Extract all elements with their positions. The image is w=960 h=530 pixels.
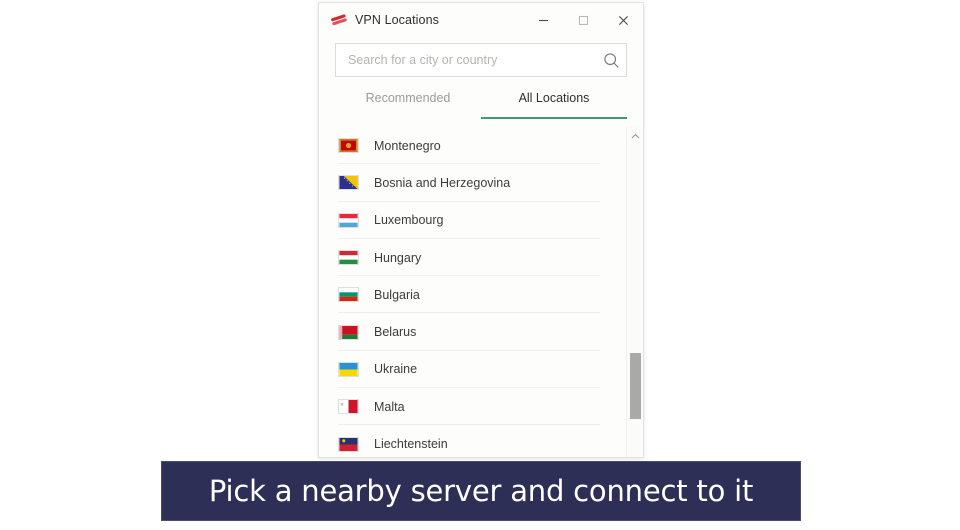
list-item[interactable]: Luxembourg (319, 202, 626, 240)
search-bar[interactable] (335, 43, 627, 77)
flag-bulgaria-icon (338, 287, 359, 303)
list-item[interactable]: Bulgaria (319, 276, 626, 314)
tab-all-locations-label: All Locations (518, 91, 590, 105)
location-name: Bulgaria (374, 287, 420, 302)
window-controls (523, 3, 643, 37)
minimize-icon[interactable] (523, 3, 563, 37)
close-icon[interactable] (603, 3, 643, 37)
list-item[interactable]: Liechtenstein (319, 425, 626, 457)
location-list[interactable]: Montenegro Bosnia and Herzegovina Luxemb… (319, 127, 626, 457)
caption-text: Pick a nearby server and connect to it (208, 474, 754, 508)
location-name: Liechtenstein (374, 437, 448, 452)
list-item[interactable]: Ukraine (319, 351, 626, 389)
expressvpn-logo-icon (331, 14, 347, 26)
window-title: VPN Locations (355, 13, 439, 27)
flag-malta-icon (338, 399, 359, 415)
flag-belarus-icon (338, 324, 359, 340)
list-item[interactable]: Belarus (319, 313, 626, 352)
flag-luxembourg-icon (338, 212, 359, 228)
list-item[interactable]: Montenegro (319, 127, 626, 165)
location-name: Luxembourg (374, 213, 444, 228)
maximize-icon[interactable] (563, 3, 603, 37)
caption-banner: Pick a nearby server and connect to it (161, 461, 801, 521)
tab-recommended-label: Recommended (365, 91, 451, 105)
tab-all-locations[interactable]: All Locations (481, 91, 627, 119)
tab-recommended[interactable]: Recommended (335, 91, 481, 119)
location-name: Belarus (374, 325, 417, 340)
location-name: Ukraine (374, 362, 418, 377)
flag-bosnia-and-herzegovina-icon (338, 175, 359, 191)
flag-liechtenstein-icon (338, 436, 359, 452)
list-item[interactable]: Malta (319, 388, 626, 426)
search-icon[interactable] (596, 52, 626, 69)
locations-panel: Montenegro Bosnia and Herzegovina Luxemb… (319, 127, 643, 457)
search-input[interactable] (336, 44, 596, 76)
location-name: Malta (374, 399, 405, 414)
vpn-locations-window: VPN Locations Search for a city or count… (318, 2, 644, 458)
location-name: Bosnia and Herzegovina (374, 175, 511, 190)
flag-montenegro-icon (338, 138, 359, 154)
title-bar: VPN Locations (319, 3, 643, 37)
flag-ukraine-icon (338, 361, 359, 377)
list-item[interactable]: Hungary (319, 239, 626, 277)
list-scrollbar[interactable] (626, 127, 643, 457)
list-item[interactable]: Bosnia and Herzegovina (319, 164, 626, 202)
location-name: Montenegro (374, 138, 441, 153)
scrollbar-thumb[interactable] (630, 353, 641, 419)
location-name: Hungary (374, 250, 422, 265)
tab-bar: Recommended All Locations (335, 91, 627, 119)
flag-hungary-icon (338, 250, 359, 266)
chevron-up-icon[interactable] (627, 129, 643, 143)
